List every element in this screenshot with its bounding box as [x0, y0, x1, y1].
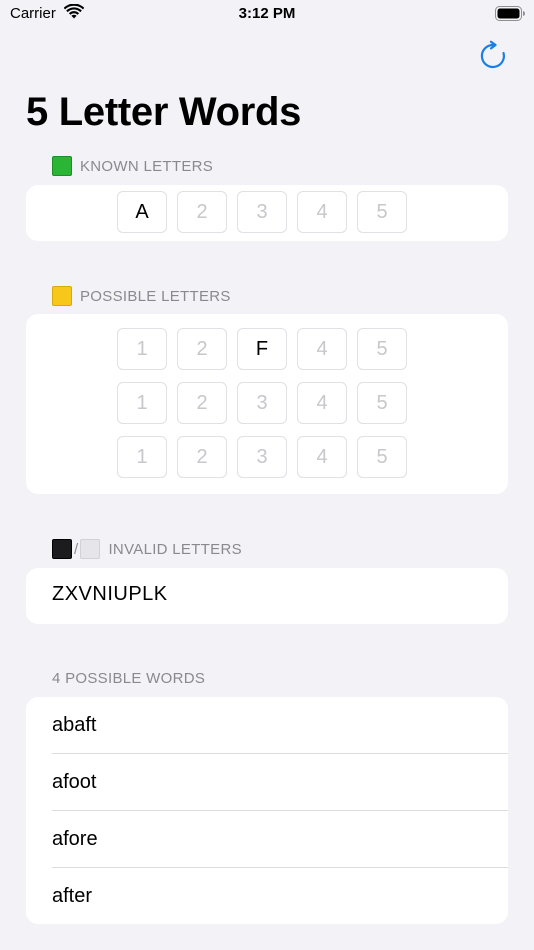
yellow-square-icon: [52, 286, 72, 306]
possible-letter-field[interactable]: 3: [237, 382, 287, 424]
possible-letters-row: 12F45: [117, 328, 407, 370]
possible-words-list: abaft afoot afore after: [26, 697, 508, 924]
known-letters-row: A2345: [117, 191, 407, 233]
possible-letter-field[interactable]: 2: [177, 382, 227, 424]
status-time: 3:12 PM: [238, 5, 296, 22]
known-letter-field[interactable]: 3: [237, 191, 287, 233]
known-letter-field[interactable]: 2: [177, 191, 227, 233]
possible-letters-row: 12345: [117, 436, 407, 478]
possible-words-header: 4 POSSIBLE WORDS: [52, 670, 205, 687]
possible-letter-field[interactable]: 1: [117, 328, 167, 370]
possible-letter-field[interactable]: 4: [297, 436, 347, 478]
possible-letter-field[interactable]: 5: [357, 328, 407, 370]
possible-letter-field[interactable]: 5: [357, 382, 407, 424]
invalid-letters-field[interactable]: ZXVNIUPLK: [52, 583, 168, 606]
possible-letters-row: 12345: [117, 382, 407, 424]
known-letters-label: KNOWN LETTERS: [80, 157, 214, 175]
possible-letter-field[interactable]: F: [237, 328, 287, 370]
battery-icon: [495, 6, 525, 21]
known-letters-card: A2345: [26, 185, 508, 241]
invalid-letters-header: / INVALID LETTERS: [52, 539, 242, 559]
status-bar: Carrier 3:12 PM: [0, 0, 534, 30]
possible-letter-field[interactable]: 4: [297, 382, 347, 424]
black-square-icon: [52, 539, 72, 559]
possible-letter-field[interactable]: 3: [237, 436, 287, 478]
possible-letter-field[interactable]: 2: [177, 436, 227, 478]
possible-letters-header: POSSIBLE LETTERS: [52, 286, 231, 306]
word-item[interactable]: afoot: [52, 754, 508, 810]
green-square-icon: [52, 156, 72, 176]
slash-separator: /: [74, 540, 79, 558]
invalid-letters-label: INVALID LETTERS: [108, 540, 242, 558]
known-letter-field[interactable]: A: [117, 191, 167, 233]
refresh-icon: [480, 40, 506, 69]
known-letter-field[interactable]: 4: [297, 191, 347, 233]
refresh-button[interactable]: [478, 40, 508, 70]
word-item[interactable]: afore: [52, 811, 508, 867]
invalid-letters-card: ZXVNIUPLK: [26, 568, 508, 624]
possible-letter-field[interactable]: 4: [297, 328, 347, 370]
grey-square-icon: [80, 539, 101, 559]
word-item[interactable]: after: [52, 868, 508, 924]
possible-letter-field[interactable]: 1: [117, 382, 167, 424]
known-letters-header: KNOWN LETTERS: [52, 156, 213, 176]
possible-letter-field[interactable]: 2: [177, 328, 227, 370]
possible-letters-card: 12F45 12345 12345: [26, 314, 508, 494]
possible-letter-field[interactable]: 5: [357, 436, 407, 478]
possible-words-count-label: 4 POSSIBLE WORDS: [52, 670, 206, 687]
page-title: 5 Letter Words: [26, 90, 302, 134]
possible-letters-label: POSSIBLE LETTERS: [80, 287, 231, 305]
word-item[interactable]: abaft: [52, 697, 508, 753]
possible-letter-field[interactable]: 1: [117, 436, 167, 478]
known-letter-field[interactable]: 5: [357, 191, 407, 233]
